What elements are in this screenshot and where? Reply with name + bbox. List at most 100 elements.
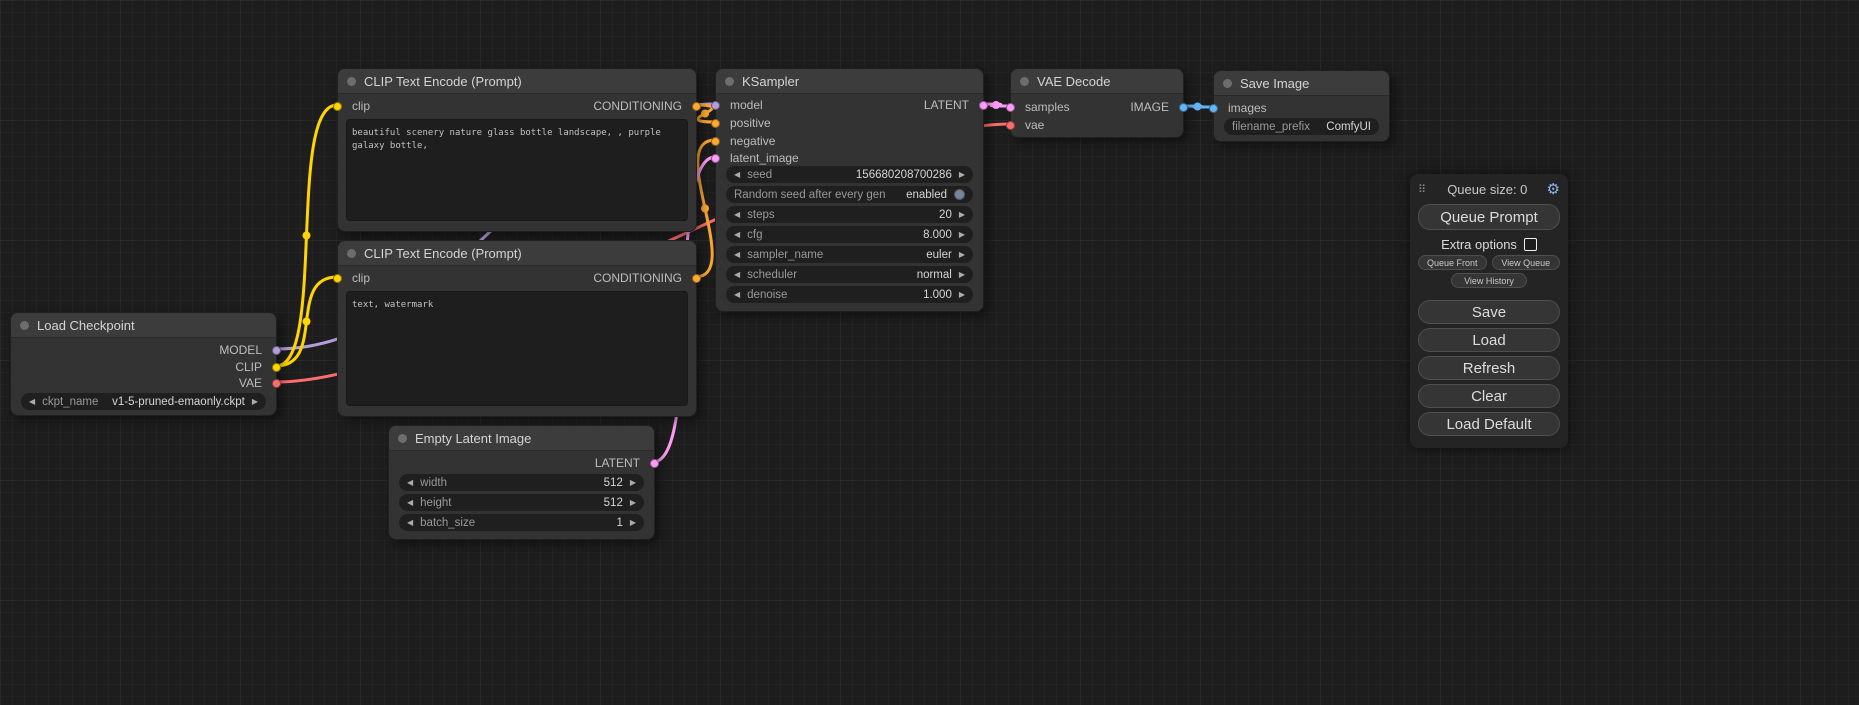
widget-scheduler[interactable]: ◀ scheduler normal ▶ (726, 266, 973, 283)
save-button[interactable]: Save (1418, 300, 1560, 324)
clip-to-positive-link-midpoint-dot[interactable] (303, 232, 311, 240)
node-ksampler[interactable]: KSampler model positive negative latent_… (715, 68, 984, 312)
view-history-button[interactable]: View History (1451, 273, 1527, 288)
slot-dot-latent[interactable] (979, 101, 988, 110)
input-slot-vae[interactable]: vae (1025, 117, 1044, 133)
decrement-arrow-icon[interactable]: ◀ (734, 211, 740, 219)
settings-gear-icon[interactable]: ⚙ (1547, 180, 1560, 198)
load-button[interactable]: Load (1418, 328, 1560, 352)
node-title-bar[interactable]: Save Image (1214, 71, 1389, 96)
widget-width[interactable]: ◀ width 512 ▶ (399, 474, 644, 491)
output-slot-latent[interactable]: LATENT (924, 97, 969, 113)
node-collapse-dot[interactable] (347, 249, 356, 258)
slot-dot-model[interactable] (711, 101, 720, 110)
slot-dot-clip[interactable] (333, 274, 342, 283)
widget-filename-prefix[interactable]: filename_prefix ComfyUI (1224, 118, 1379, 135)
slot-dot-latent[interactable] (650, 459, 659, 468)
input-slot-clip[interactable]: clip (352, 98, 370, 114)
slot-dot-clip[interactable] (333, 102, 342, 111)
output-slot-vae[interactable]: VAE (239, 375, 262, 391)
negative-conditioning-link-midpoint-dot[interactable] (701, 205, 709, 213)
node-collapse-dot[interactable] (725, 77, 734, 86)
node-clip-text-encode-negative[interactable]: CLIP Text Encode (Prompt) clip CONDITION… (337, 240, 697, 417)
clip-to-negative-link-midpoint-dot[interactable] (303, 318, 311, 326)
slot-dot-conditioning[interactable] (711, 137, 720, 146)
queue-front-button[interactable]: Queue Front (1418, 255, 1487, 270)
node-save-image[interactable]: Save Image images filename_prefix ComfyU… (1213, 70, 1390, 142)
widget-seed[interactable]: ◀ seed 156680208700286 ▶ (726, 166, 973, 183)
increment-arrow-icon[interactable]: ▶ (630, 519, 636, 527)
output-slot-conditioning[interactable]: CONDITIONING (593, 98, 682, 114)
increment-arrow-icon[interactable]: ▶ (959, 251, 965, 259)
node-vae-decode[interactable]: VAE Decode samples vae IMAGE (1010, 68, 1184, 138)
view-queue-button[interactable]: View Queue (1492, 255, 1561, 270)
slot-dot-clip[interactable] (272, 363, 281, 372)
decrement-arrow-icon[interactable]: ◀ (734, 271, 740, 279)
positive-conditioning-link-midpoint-dot[interactable] (701, 110, 709, 118)
widget-denoise[interactable]: ◀ denoise 1.000 ▶ (726, 286, 973, 303)
slot-dot-model[interactable] (272, 346, 281, 355)
refresh-button[interactable]: Refresh (1418, 356, 1560, 380)
widget-cfg[interactable]: ◀ cfg 8.000 ▶ (726, 226, 973, 243)
node-load-checkpoint[interactable]: Load Checkpoint MODEL CLIP VAE ◀ ckpt_na… (10, 312, 277, 416)
slot-dot-vae[interactable] (1006, 121, 1015, 130)
node-collapse-dot[interactable] (1020, 77, 1029, 86)
output-slot-conditioning[interactable]: CONDITIONING (593, 270, 682, 286)
node-collapse-dot[interactable] (1223, 79, 1232, 88)
node-title-bar[interactable]: Empty Latent Image (389, 426, 654, 451)
output-slot-model[interactable]: MODEL (219, 342, 262, 358)
increment-arrow-icon[interactable]: ▶ (252, 398, 258, 406)
node-title-bar[interactable]: VAE Decode (1011, 69, 1183, 94)
input-slot-negative[interactable]: negative (730, 133, 775, 149)
slot-dot-conditioning[interactable] (692, 274, 701, 283)
latent-to-samples-link-midpoint-dot[interactable] (992, 101, 1000, 109)
widget-batch-size[interactable]: ◀ batch_size 1 ▶ (399, 514, 644, 531)
negative-prompt-textarea[interactable]: text, watermark (346, 291, 688, 406)
input-slot-positive[interactable]: positive (730, 115, 771, 131)
widget-ckpt-name[interactable]: ◀ ckpt_name v1-5-pruned-emaonly.ckpt ▶ (21, 393, 266, 410)
node-title-bar[interactable]: CLIP Text Encode (Prompt) (338, 69, 696, 94)
input-slot-samples[interactable]: samples (1025, 99, 1070, 115)
node-title-bar[interactable]: CLIP Text Encode (Prompt) (338, 241, 696, 266)
decrement-arrow-icon[interactable]: ◀ (734, 291, 740, 299)
widget-sampler-name[interactable]: ◀ sampler_name euler ▶ (726, 246, 973, 263)
decrement-arrow-icon[interactable]: ◀ (734, 251, 740, 259)
decrement-arrow-icon[interactable]: ◀ (407, 479, 413, 487)
output-slot-image[interactable]: IMAGE (1130, 99, 1169, 115)
widget-random-seed-toggle[interactable]: Random seed after every gen enabled (726, 186, 973, 203)
output-slot-latent[interactable]: LATENT (595, 455, 640, 471)
widget-height[interactable]: ◀ height 512 ▶ (399, 494, 644, 511)
increment-arrow-icon[interactable]: ▶ (630, 479, 636, 487)
increment-arrow-icon[interactable]: ▶ (959, 211, 965, 219)
node-clip-text-encode-positive[interactable]: CLIP Text Encode (Prompt) clip CONDITION… (337, 68, 697, 232)
slot-dot-image[interactable] (1209, 104, 1218, 113)
clear-button[interactable]: Clear (1418, 384, 1560, 408)
positive-prompt-textarea[interactable]: beautiful scenery nature glass bottle la… (346, 119, 688, 221)
decrement-arrow-icon[interactable]: ◀ (407, 499, 413, 507)
input-slot-images[interactable]: images (1228, 100, 1267, 116)
input-slot-clip[interactable]: clip (352, 270, 370, 286)
node-canvas[interactable]: Load Checkpoint MODEL CLIP VAE ◀ ckpt_na… (0, 0, 1859, 705)
input-slot-latent-image[interactable]: latent_image (730, 150, 799, 166)
decrement-arrow-icon[interactable]: ◀ (734, 171, 740, 179)
load-default-button[interactable]: Load Default (1418, 412, 1560, 436)
decrement-arrow-icon[interactable]: ◀ (407, 519, 413, 527)
slot-dot-conditioning[interactable] (692, 102, 701, 111)
slot-dot-latent[interactable] (711, 154, 720, 163)
increment-arrow-icon[interactable]: ▶ (959, 171, 965, 179)
slot-dot-latent[interactable] (1006, 103, 1015, 112)
node-title-bar[interactable]: KSampler (716, 69, 983, 94)
node-title-bar[interactable]: Load Checkpoint (11, 313, 276, 338)
slot-dot-image[interactable] (1179, 103, 1188, 112)
slot-dot-conditioning[interactable] (711, 119, 720, 128)
decrement-arrow-icon[interactable]: ◀ (734, 231, 740, 239)
image-link-midpoint-dot[interactable] (1194, 103, 1202, 111)
widget-steps[interactable]: ◀ steps 20 ▶ (726, 206, 973, 223)
output-slot-clip[interactable]: CLIP (235, 359, 262, 375)
node-collapse-dot[interactable] (347, 77, 356, 86)
drag-handle-icon[interactable]: ⠿ (1418, 183, 1426, 196)
toggle-knob[interactable] (954, 189, 965, 200)
input-slot-model[interactable]: model (730, 97, 763, 113)
increment-arrow-icon[interactable]: ▶ (630, 499, 636, 507)
node-empty-latent-image[interactable]: Empty Latent Image LATENT ◀ width 512 ▶ … (388, 425, 655, 540)
